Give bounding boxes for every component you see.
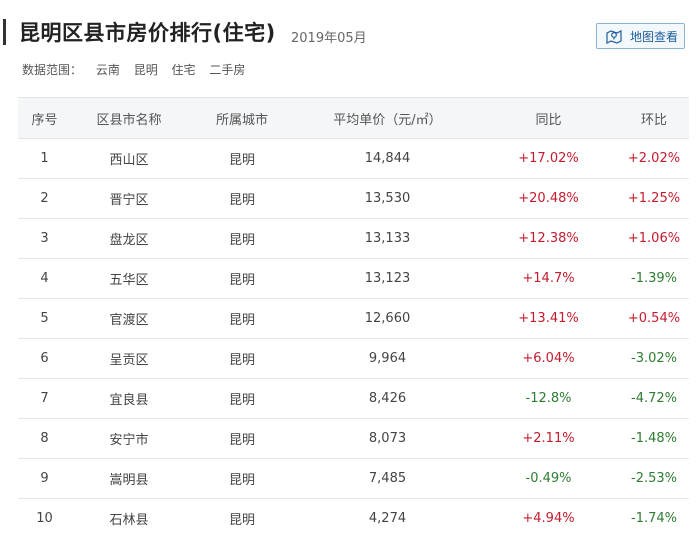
table-row: 10 石林县 昆明 4,274 +4.94% -1.74% bbox=[18, 498, 689, 538]
rank-cell: 2 bbox=[40, 191, 49, 206]
rank-cell: 10 bbox=[36, 511, 53, 526]
city-cell: 昆明 bbox=[228, 233, 255, 248]
scope-tag: 云南 bbox=[95, 63, 120, 77]
city-cell: 昆明 bbox=[228, 473, 255, 488]
rank-cell: 5 bbox=[40, 311, 49, 326]
city-cell: 昆明 bbox=[228, 273, 255, 288]
mom-change-cell: +0.54% bbox=[627, 311, 681, 326]
city-cell: 昆明 bbox=[228, 513, 255, 528]
data-scope: 数据范围： 云南 昆明 住宅 二手房 bbox=[22, 61, 255, 78]
map-view-button[interactable]: 地图查看 bbox=[596, 23, 685, 49]
table-row: 2 晋宁区 昆明 13,530 +20.48% +1.25% bbox=[18, 178, 689, 218]
table-row: 9 嵩明县 昆明 7,485 -0.49% -2.53% bbox=[18, 458, 689, 498]
header-district: 区县市名称 bbox=[96, 112, 162, 128]
avg-price-cell: 12,660 bbox=[364, 311, 411, 326]
avg-price-cell: 8,073 bbox=[368, 431, 407, 446]
rank-cell: 3 bbox=[40, 231, 49, 246]
avg-price-cell: 9,964 bbox=[368, 351, 407, 366]
avg-price-cell: 13,123 bbox=[364, 271, 411, 286]
report-date: 2019年05月 bbox=[291, 31, 367, 46]
city-cell: 昆明 bbox=[228, 433, 255, 448]
table-row: 1 西山区 昆明 14,844 +17.02% +2.02% bbox=[18, 138, 689, 178]
table-row: 8 安宁市 昆明 8,073 +2.11% -1.48% bbox=[18, 418, 689, 458]
table-header: 序号 区县市名称 所属城市 平均单价（元/㎡） 同比 环比 bbox=[18, 97, 689, 138]
mom-change-cell: -1.74% bbox=[631, 511, 677, 526]
mom-change-cell: -2.53% bbox=[631, 471, 677, 486]
rank-cell: 7 bbox=[40, 391, 49, 406]
city-cell: 昆明 bbox=[228, 193, 255, 208]
header-yoy: 同比 bbox=[535, 112, 562, 128]
rank-cell: 1 bbox=[40, 151, 49, 166]
city-cell: 昆明 bbox=[228, 353, 255, 368]
table-body: 1 西山区 昆明 14,844 +17.02% +2.02% 2 晋宁区 昆明 13,530 +20… bbox=[18, 138, 689, 538]
map-view-button-label: 地图查看 bbox=[630, 29, 679, 44]
mom-change-cell: -4.72% bbox=[631, 391, 677, 406]
header-mom: 环比 bbox=[640, 112, 667, 128]
yoy-change-cell: +17.02% bbox=[518, 151, 579, 166]
district-link[interactable]: 盘龙区 bbox=[71, 229, 187, 248]
district-link[interactable]: 石林县 bbox=[71, 509, 187, 528]
district-link[interactable]: 宜良县 bbox=[71, 389, 187, 408]
district-link[interactable]: 嵩明县 bbox=[71, 469, 187, 488]
yoy-change-cell: +14.7% bbox=[522, 271, 575, 286]
city-cell: 昆明 bbox=[228, 153, 255, 168]
yoy-change-cell: +4.94% bbox=[522, 511, 575, 526]
table-row: 7 宜良县 昆明 8,426 -12.8% -4.72% bbox=[18, 378, 689, 418]
mom-change-cell: +1.25% bbox=[627, 191, 681, 206]
rank-cell: 8 bbox=[40, 431, 49, 446]
table-row: 6 呈贡区 昆明 9,964 +6.04% -3.02% bbox=[18, 338, 689, 378]
mom-change-cell: -1.39% bbox=[631, 271, 677, 286]
district-link[interactable]: 五华区 bbox=[71, 269, 187, 288]
district-link[interactable]: 官渡区 bbox=[71, 309, 187, 328]
rank-cell: 9 bbox=[40, 471, 49, 486]
yoy-change-cell: +12.38% bbox=[518, 231, 579, 246]
yoy-change-cell: +2.11% bbox=[522, 431, 575, 446]
mom-change-cell: -3.02% bbox=[631, 351, 677, 366]
city-cell: 昆明 bbox=[228, 313, 255, 328]
avg-price-cell: 4,274 bbox=[368, 511, 407, 526]
mom-change-cell: +2.02% bbox=[627, 151, 681, 166]
avg-price-cell: 13,133 bbox=[364, 231, 411, 246]
mom-change-cell: -1.48% bbox=[631, 431, 677, 446]
rank-cell: 6 bbox=[40, 351, 49, 366]
avg-price-cell: 7,485 bbox=[368, 471, 407, 486]
data-scope-label: 数据范围： bbox=[22, 63, 83, 77]
yoy-change-cell: +13.41% bbox=[518, 311, 579, 326]
city-cell: 昆明 bbox=[228, 393, 255, 408]
table-row: 4 五华区 昆明 13,123 +14.7% -1.39% bbox=[18, 258, 689, 298]
scope-tag: 二手房 bbox=[209, 63, 246, 77]
title-accent-bar bbox=[3, 19, 6, 45]
district-link[interactable]: 呈贡区 bbox=[71, 349, 187, 368]
rank-cell: 4 bbox=[40, 271, 49, 286]
page-header: 昆明区县市房价排行(住宅) 2019年05月 地图查看 bbox=[0, 0, 697, 56]
yoy-change-cell: -0.49% bbox=[525, 471, 572, 486]
scope-tag: 昆明 bbox=[133, 63, 158, 77]
avg-price-cell: 14,844 bbox=[364, 151, 411, 166]
mom-change-cell: +1.06% bbox=[627, 231, 681, 246]
yoy-change-cell: +6.04% bbox=[522, 351, 575, 366]
page-title: 昆明区县市房价排行(住宅) bbox=[19, 21, 276, 45]
header-city: 所属城市 bbox=[215, 112, 268, 128]
yoy-change-cell: +20.48% bbox=[518, 191, 579, 206]
district-link[interactable]: 安宁市 bbox=[71, 429, 187, 448]
table-row: 5 官渡区 昆明 12,660 +13.41% +0.54% bbox=[18, 298, 689, 338]
avg-price-cell: 13,530 bbox=[364, 191, 411, 206]
scope-tag: 住宅 bbox=[171, 63, 196, 77]
price-ranking-table: 序号 区县市名称 所属城市 平均单价（元/㎡） 同比 环比 1 西山区 昆明 14,8… bbox=[18, 97, 689, 538]
yoy-change-cell: -12.8% bbox=[525, 391, 572, 406]
header-rank: 序号 bbox=[31, 112, 58, 128]
table-row: 3 盘龙区 昆明 13,133 +12.38% +1.06% bbox=[18, 218, 689, 258]
district-link[interactable]: 西山区 bbox=[71, 149, 187, 168]
avg-price-cell: 8,426 bbox=[368, 391, 407, 406]
map-marker-icon bbox=[605, 27, 623, 45]
district-link[interactable]: 晋宁区 bbox=[71, 189, 187, 208]
header-avg-price: 平均单价（元/㎡） bbox=[333, 112, 442, 128]
